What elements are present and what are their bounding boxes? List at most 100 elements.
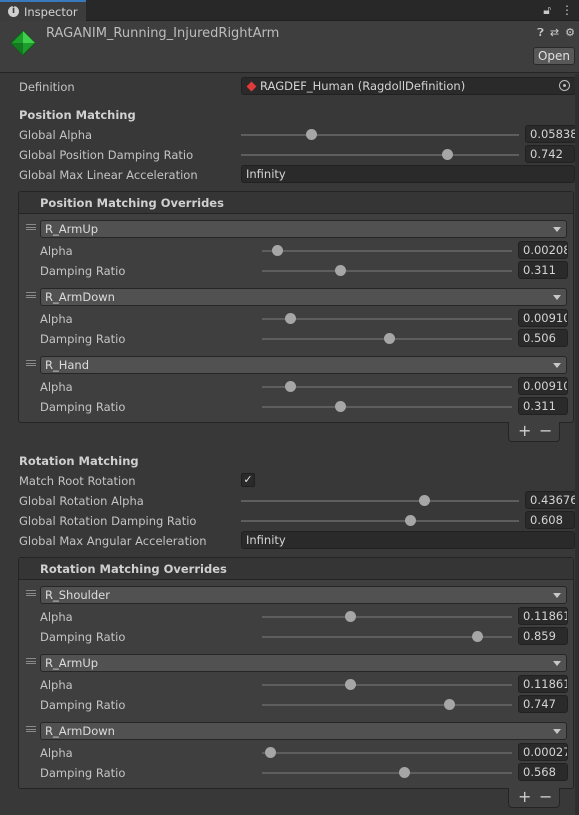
list-header: Position Matching Overrides	[19, 192, 573, 214]
slider-thumb[interactable]	[284, 313, 296, 324]
remove-item-button[interactable]: −	[539, 421, 552, 440]
more-menu-icon[interactable]: ⋮	[561, 3, 573, 18]
slider-thumb[interactable]	[383, 333, 395, 344]
damping-ratio-label: Damping Ratio	[40, 698, 126, 712]
info-icon: i	[8, 6, 19, 17]
alpha-slider[interactable]	[262, 611, 512, 622]
help-icon[interactable]: ❓︎	[537, 26, 544, 40]
alpha-field[interactable]: 0.11861	[518, 607, 568, 625]
definition-object-field[interactable]: RAGDEF_Human (RagdollDefinition)	[241, 77, 576, 95]
damping-ratio-field[interactable]: 0.859	[518, 627, 568, 645]
alpha-field[interactable]: 0.00027	[518, 743, 568, 761]
lock-icon[interactable]: 🔓︎	[543, 3, 551, 18]
alpha-slider[interactable]	[262, 313, 512, 324]
alpha-label: Alpha	[40, 244, 73, 258]
chevron-down-icon	[553, 295, 561, 300]
damping-ratio-field[interactable]: 0.568	[518, 763, 568, 781]
slider-thumb[interactable]	[399, 767, 410, 778]
damping-ratio-slider[interactable]	[262, 265, 512, 276]
chevron-down-icon	[553, 227, 561, 232]
damping-ratio-slider[interactable]	[262, 631, 512, 642]
position-list-footer: + −	[508, 421, 560, 442]
drag-handle-icon[interactable]	[26, 360, 36, 366]
tab-inspector[interactable]: i Inspector	[0, 0, 86, 21]
global-rotation-damping-slider[interactable]	[241, 515, 519, 526]
damping-ratio-slider[interactable]	[262, 333, 512, 344]
alpha-slider[interactable]	[262, 245, 512, 256]
slider-thumb[interactable]	[442, 149, 454, 160]
bone-value: R_ArmDown	[45, 290, 115, 304]
drag-handle-icon[interactable]	[26, 726, 36, 732]
remove-item-button[interactable]: −	[539, 787, 552, 806]
alpha-slider[interactable]	[262, 747, 512, 758]
match-root-rotation-label: Match Root Rotation	[19, 474, 136, 488]
damping-ratio-field[interactable]: 0.311	[518, 261, 568, 279]
alpha-field[interactable]: 0.00208	[518, 241, 568, 259]
bone-dropdown[interactable]: R_ArmUp	[40, 654, 567, 672]
global-position-damping-slider[interactable]	[241, 149, 519, 160]
global-alpha-field[interactable]: 0.05838	[525, 125, 576, 143]
drag-handle-icon[interactable]	[26, 224, 36, 230]
chevron-down-icon	[553, 661, 561, 666]
bone-dropdown[interactable]: R_Hand	[40, 356, 567, 374]
scrollbar[interactable]	[575, 74, 579, 815]
list-title: Rotation Matching Overrides	[40, 562, 227, 576]
slider-thumb[interactable]	[471, 631, 483, 642]
alpha-field[interactable]: 0.00910	[518, 377, 568, 395]
rotation-list-footer: + −	[508, 787, 560, 808]
max-angular-accel-field[interactable]: Infinity	[241, 531, 575, 549]
global-rotation-alpha-slider[interactable]	[241, 495, 519, 506]
slider-thumb[interactable]	[334, 265, 346, 276]
global-alpha-slider[interactable]	[241, 129, 519, 140]
bone-value: R_ArmUp	[45, 656, 99, 670]
slider-thumb[interactable]	[405, 515, 417, 526]
drag-handle-icon[interactable]	[26, 658, 36, 664]
list-title: Position Matching Overrides	[40, 196, 224, 210]
tab-tools: 🔓︎ ⋮	[543, 3, 573, 18]
alpha-slider[interactable]	[262, 381, 512, 392]
list-header: Rotation Matching Overrides	[19, 558, 573, 580]
global-position-damping-field[interactable]: 0.742	[525, 145, 575, 163]
drag-handle-icon[interactable]	[26, 292, 36, 298]
alpha-field[interactable]: 0.00910	[518, 309, 568, 327]
chevron-down-icon	[553, 363, 561, 368]
slider-thumb[interactable]	[284, 381, 296, 392]
damping-ratio-slider[interactable]	[262, 767, 512, 778]
damping-ratio-field[interactable]: 0.506	[518, 329, 568, 347]
max-linear-accel-field[interactable]: Infinity	[241, 165, 575, 183]
slider-thumb[interactable]	[419, 495, 431, 506]
alpha-field[interactable]: 0.11861	[518, 675, 568, 693]
drag-handle-icon[interactable]	[26, 590, 36, 596]
object-picker-icon[interactable]	[559, 80, 570, 91]
bone-dropdown[interactable]: R_ArmDown	[40, 288, 567, 306]
slider-thumb[interactable]	[264, 747, 276, 758]
slider-thumb[interactable]	[334, 401, 346, 412]
alpha-label: Alpha	[40, 380, 73, 394]
match-root-rotation-checkbox[interactable]: ✓	[241, 473, 255, 487]
global-rotation-alpha-label: Global Rotation Alpha	[19, 494, 144, 508]
position-overrides-list: Position Matching Overrides R_ArmUp Alph…	[18, 191, 574, 423]
gear-icon[interactable]: ⚙︎	[565, 26, 575, 40]
slider-thumb[interactable]	[344, 611, 356, 622]
settings-sliders-icon[interactable]: ⇄	[550, 26, 559, 40]
open-button[interactable]: Open	[533, 47, 575, 65]
add-item-button[interactable]: +	[518, 787, 531, 806]
slider-thumb[interactable]	[443, 699, 455, 710]
bone-dropdown[interactable]: R_ArmUp	[40, 220, 567, 238]
definition-value: RAGDEF_Human (RagdollDefinition)	[260, 79, 466, 93]
slider-thumb[interactable]	[305, 129, 317, 140]
damping-ratio-field[interactable]: 0.747	[518, 695, 568, 713]
damping-ratio-field[interactable]: 0.311	[518, 397, 568, 415]
slider-thumb[interactable]	[272, 245, 283, 256]
rotation-matching-heading: Rotation Matching	[19, 454, 139, 468]
global-rotation-damping-field[interactable]: 0.608	[525, 511, 575, 529]
bone-dropdown[interactable]: R_ArmDown	[40, 722, 567, 740]
alpha-slider[interactable]	[262, 679, 512, 690]
add-item-button[interactable]: +	[518, 421, 531, 440]
damping-ratio-slider[interactable]	[262, 401, 512, 412]
slider-thumb[interactable]	[344, 679, 356, 690]
global-rotation-alpha-field[interactable]: 0.43676	[525, 491, 576, 509]
bone-dropdown[interactable]: R_Shoulder	[40, 586, 567, 604]
damping-ratio-slider[interactable]	[262, 699, 512, 710]
header-icons: ❓︎ ⇄ ⚙︎	[537, 26, 575, 40]
